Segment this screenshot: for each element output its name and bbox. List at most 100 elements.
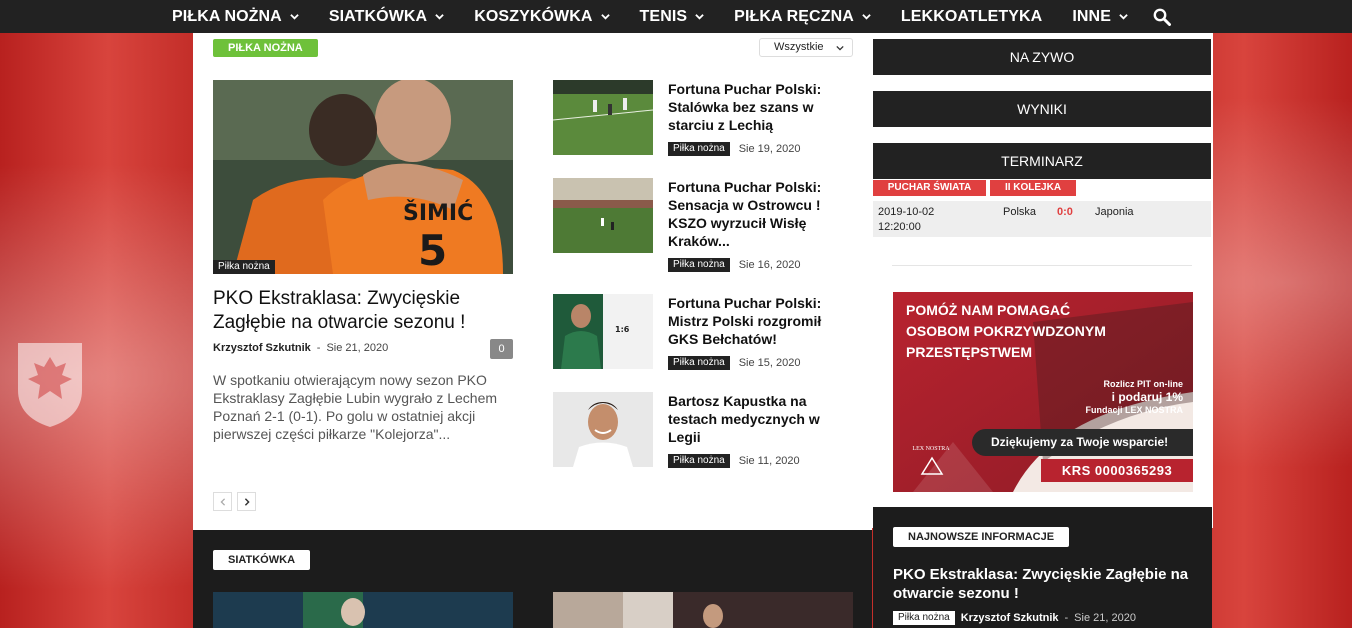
- nav-item-siatkowka[interactable]: SIATKÓWKA: [314, 0, 459, 33]
- section-tag-siatkowka[interactable]: SIATKÓWKA: [213, 550, 311, 570]
- nav-item-label: PIŁKA NOŻNA: [172, 7, 282, 25]
- news-title[interactable]: Fortuna Puchar Polski: Stalówka bez szan…: [668, 80, 838, 134]
- nav-item-pilka-nozna[interactable]: PIŁKA NOŻNA: [157, 0, 314, 33]
- category-badge[interactable]: Piłka nożna: [668, 258, 730, 272]
- ad-pit-line: Fundacji LEX NOSTRA: [1085, 405, 1183, 415]
- news-date: Sie 19, 2020: [738, 143, 801, 155]
- chevron-down-icon: [695, 14, 704, 20]
- news-meta: Piłka nożna Sie 19, 2020: [668, 142, 800, 156]
- chevron-right-icon: [244, 497, 250, 506]
- svg-text:1:6: 1:6: [615, 325, 630, 334]
- article-author[interactable]: Krzysztof Szkutnik: [213, 342, 311, 354]
- comment-count-badge[interactable]: 0: [490, 339, 513, 359]
- news-title[interactable]: Fortuna Puchar Polski: Mistrz Polski roz…: [668, 294, 838, 348]
- news-title[interactable]: Bartosz Kapustka na testach medycznych w…: [668, 392, 838, 446]
- chevron-down-icon: [435, 14, 444, 20]
- volleyball-thumbnail[interactable]: [213, 592, 513, 628]
- news-item: Fortuna Puchar Polski: Sensacja w Ostrow…: [553, 178, 853, 272]
- next-page-button[interactable]: [237, 492, 256, 511]
- nav-item-label: LEKKOATLETYKA: [900, 7, 1043, 25]
- meta-separator: -: [1064, 612, 1069, 624]
- match-score: 0:0: [1057, 206, 1073, 218]
- lead-article-image[interactable]: ŠIMIĆ 5 Piłka nożna: [213, 80, 513, 274]
- chevron-down-icon: [862, 14, 871, 20]
- filter-label: Wszystkie: [774, 41, 824, 53]
- latest-news-widget: NAJNOWSZE INFORMACJE PKO Ekstraklasa: Zw…: [873, 507, 1212, 628]
- nav-item-label: INNE: [1072, 7, 1111, 25]
- category-badge[interactable]: Piłka nożna: [668, 142, 730, 156]
- chevron-down-icon: [836, 45, 844, 51]
- latest-news-meta: Piłka nożna Krzysztof Szkutnik - Sie 21,…: [893, 611, 1136, 625]
- news-meta: Piłka nożna Sie 15, 2020: [668, 356, 800, 370]
- news-thumbnail[interactable]: 1:6: [553, 294, 653, 369]
- nav-item-label: SIATKÓWKA: [328, 7, 428, 25]
- nav-item-koszykowka[interactable]: KOSZYKÓWKA: [459, 0, 624, 33]
- nav-item-tenis[interactable]: TENIS: [625, 0, 720, 33]
- news-date: Sie 11, 2020: [738, 455, 800, 467]
- svg-text:5: 5: [418, 226, 447, 274]
- stadium-photo: [553, 178, 653, 253]
- nav-item-pilka-reczna[interactable]: PIŁKA RĘCZNA: [719, 0, 886, 33]
- nav-item-label: PIŁKA RĘCZNA: [734, 7, 854, 25]
- category-badge[interactable]: Piłka nożna: [213, 260, 275, 274]
- live-header[interactable]: NA ZYWO: [873, 39, 1211, 75]
- legia-player-photo: 1:6: [553, 294, 653, 369]
- category-badge[interactable]: Piłka nożna: [668, 356, 730, 370]
- article-date: Sie 21, 2020: [1074, 612, 1136, 624]
- match-date: 2019-10-02: [878, 206, 935, 218]
- prev-page-button[interactable]: [213, 492, 232, 511]
- ad-pit-info: Rozlicz PIT on-line i podaruj 1% Fundacj…: [1085, 378, 1183, 417]
- search-icon: [1153, 8, 1171, 26]
- lex-nostra-logo: LEX NOSTRA: [912, 446, 950, 452]
- results-header[interactable]: WYNIKI: [873, 91, 1211, 127]
- tab-puchar-swiata[interactable]: PUCHAR ŚWIATA: [873, 180, 986, 196]
- lex-nostra-ad-banner[interactable]: POMÓŻ NAM POMAGAĆ OSOBOM POKRZYWDZONYM P…: [893, 292, 1193, 492]
- football-pitch-photo: [553, 80, 653, 155]
- scales-logo-icon: [920, 456, 944, 475]
- players-hug-photo: ŠIMIĆ 5: [213, 80, 513, 274]
- latest-news-title[interactable]: PKO Ekstraklasa: Zwycięskie Zagłębie na …: [893, 565, 1198, 603]
- news-meta: Piłka nożna Sie 16, 2020: [668, 258, 800, 272]
- news-meta: Piłka nożna Sie 11, 2020: [668, 454, 800, 468]
- chevron-down-icon: [600, 14, 610, 20]
- nav-item-lekkoatletyka[interactable]: LEKKOATLETYKA: [886, 0, 1057, 33]
- news-item: Bartosz Kapustka na testach medycznych w…: [553, 392, 853, 468]
- divider: [892, 265, 1192, 266]
- volleyball-section: SIATKÓWKA: [193, 530, 872, 628]
- volleyball-thumbnail[interactable]: [553, 592, 853, 628]
- meta-separator: -: [316, 342, 321, 354]
- volleyball-photo: [553, 592, 853, 628]
- main-content: PIŁKA NOŻNA Wszystkie ŠIMIĆ 5 Piłka nożn…: [193, 33, 872, 530]
- news-thumbnail[interactable]: [553, 392, 653, 467]
- match-row[interactable]: 2019-10-02 12:20:00 Polska 0:0 Japonia: [873, 201, 1211, 237]
- latest-news-tag[interactable]: NAJNOWSZE INFORMACJE: [893, 527, 1070, 547]
- nav-item-inne[interactable]: INNE: [1057, 0, 1143, 33]
- polish-eagle-emblem-icon: [18, 343, 82, 427]
- category-badge[interactable]: Piłka nożna: [893, 611, 955, 625]
- chevron-down-icon: [290, 14, 299, 20]
- svg-text:ŠIMIĆ: ŠIMIĆ: [403, 200, 473, 226]
- ad-headline-line: POMÓŻ NAM POMAGAĆ: [906, 302, 1071, 318]
- match-away-team: Japonia: [1095, 206, 1134, 218]
- ad-pit-line: i podaruj 1%: [1111, 390, 1183, 404]
- news-title[interactable]: Fortuna Puchar Polski: Sensacja w Ostrow…: [668, 178, 838, 250]
- section-tag-pilka-nozna[interactable]: PIŁKA NOŻNA: [213, 39, 318, 57]
- news-item: 1:6 Fortuna Puchar Polski: Mistrz Polski…: [553, 294, 853, 370]
- nav-item-label: TENIS: [639, 7, 688, 25]
- top-navigation: PIŁKA NOŻNA SIATKÓWKA KOSZYKÓWKA TENIS P…: [0, 0, 1352, 33]
- news-item: Fortuna Puchar Polski: Stalówka bez szan…: [553, 80, 853, 156]
- chevron-left-icon: [219, 497, 225, 506]
- category-badge[interactable]: Piłka nożna: [668, 454, 730, 468]
- match-time: 12:20:00: [878, 221, 921, 233]
- lead-article-title[interactable]: PKO Ekstraklasa: Zwycięskie Zagłębie na …: [213, 287, 513, 335]
- news-thumbnail[interactable]: [553, 80, 653, 155]
- search-button[interactable]: [1143, 0, 1181, 33]
- schedule-header[interactable]: TERMINARZ: [873, 143, 1211, 179]
- tab-ii-kolejka[interactable]: II KOLEJKA: [990, 180, 1076, 196]
- news-thumbnail[interactable]: [553, 178, 653, 253]
- article-author[interactable]: Krzysztof Szkutnik: [961, 612, 1059, 624]
- match-home-team: Polska: [1003, 206, 1037, 218]
- ad-krs-number: KRS 0000365293: [1041, 459, 1193, 482]
- category-filter-dropdown[interactable]: Wszystkie: [759, 38, 853, 57]
- volleyball-photo: [213, 592, 513, 628]
